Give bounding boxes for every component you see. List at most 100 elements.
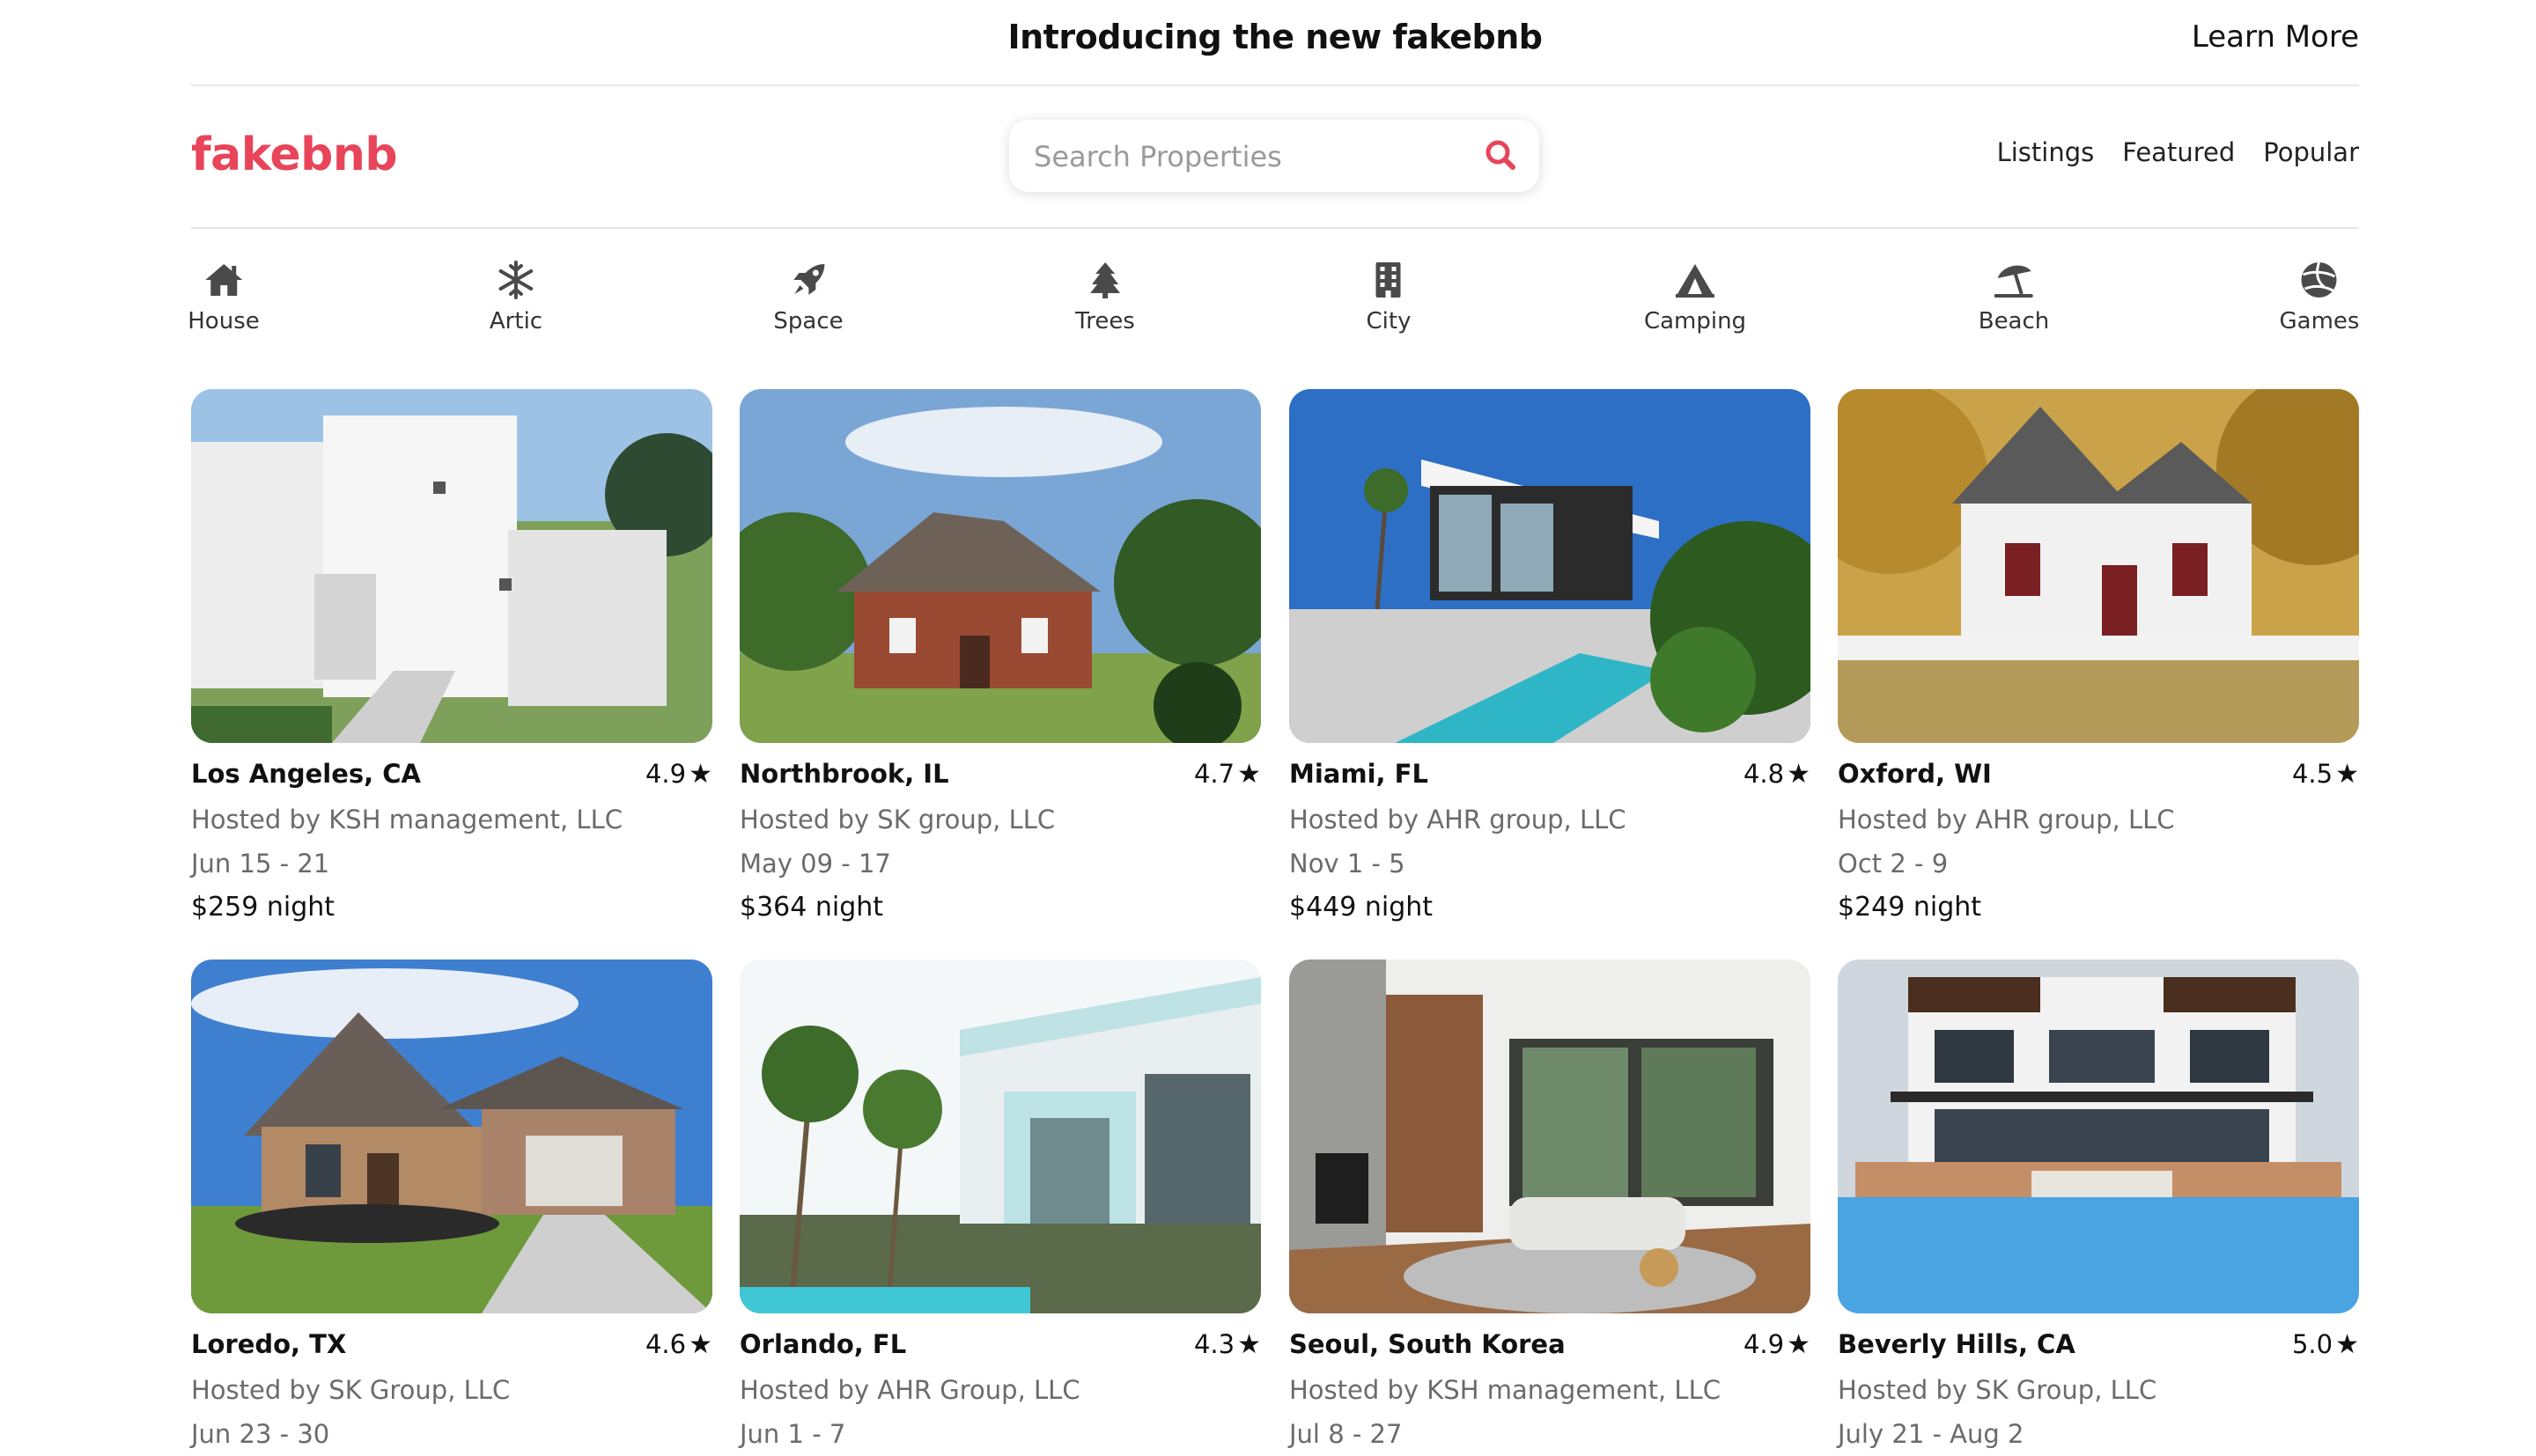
rating-value: 5.0 <box>2291 1329 2333 1359</box>
listing-host: Hosted by SK Group, LLC <box>191 1375 511 1405</box>
listing-photo[interactable] <box>1289 960 1810 1313</box>
category-space[interactable]: Space <box>773 259 844 335</box>
listing-card[interactable]: Seoul, South Korea 4.9 ★ Hosted by KSH ma… <box>1289 960 1810 1456</box>
listing-image <box>740 960 1261 1313</box>
listing-host: Hosted by AHR group, LLC <box>1289 805 1626 835</box>
main-nav: Listings Featured Popular <box>1997 137 2359 167</box>
listing-dates: July 21 - Aug 2 <box>1838 1419 2024 1449</box>
site-header: fakebnb Listings Featured Popular <box>191 86 2359 229</box>
rocket-icon <box>792 264 824 295</box>
category-games[interactable]: Games <box>2279 259 2360 335</box>
category-label: Artic <box>489 308 543 335</box>
category-bar: House Artic Space Trees City Camping Bea… <box>188 229 2360 379</box>
volleyball-icon <box>2301 261 2337 298</box>
listing-dates: Jun 1 - 7 <box>740 1419 846 1449</box>
listing-rating: 5.0 ★ <box>2292 1329 2359 1360</box>
listing-price: $449 night <box>1289 892 1434 923</box>
listing-location: Los Angeles, CA <box>191 759 421 789</box>
tree-icon <box>1090 262 1120 298</box>
category-label: Trees <box>1075 308 1135 335</box>
listing-photo[interactable] <box>1838 960 2359 1313</box>
listing-rating: 4.3 ★ <box>1194 1329 1261 1360</box>
star-icon: ★ <box>1787 759 1810 790</box>
listing-card[interactable]: Northbrook, IL 4.7 ★ Hosted by SK group, … <box>740 389 1261 930</box>
listing-dates: Nov 1 - 5 <box>1289 849 1405 879</box>
listing-image <box>191 389 712 743</box>
page: Introducing the new fakebnb Learn More f… <box>188 0 2360 1449</box>
category-house[interactable]: House <box>188 259 260 335</box>
category-label: Camping <box>1643 308 1747 335</box>
rating-value: 4.8 <box>1743 759 1785 789</box>
logo[interactable]: fakebnb <box>191 129 398 181</box>
search-icon[interactable] <box>1478 132 1525 180</box>
listing-photo[interactable] <box>191 960 712 1313</box>
listing-card[interactable]: Miami, FL 4.8 ★ Hosted by AHR group, LLC … <box>1289 389 1810 930</box>
rating-value: 4.9 <box>1743 1329 1785 1359</box>
rating-value: 4.9 <box>645 759 687 789</box>
listing-dates: Jul 8 - 27 <box>1289 1419 1403 1449</box>
category-artic[interactable]: Artic <box>490 259 542 335</box>
listing-rating: 4.6 ★ <box>645 1329 712 1360</box>
listing-rating: 4.7 ★ <box>1194 759 1261 790</box>
listing-dates: May 09 - 17 <box>740 849 891 879</box>
listing-dates: Jun 15 - 21 <box>191 849 330 879</box>
listing-card[interactable]: Beverly Hills, CA 5.0 ★ Hosted by SK Grou… <box>1838 960 2359 1456</box>
category-label: City <box>1366 308 1412 335</box>
tent-icon <box>1676 264 1714 298</box>
listing-price: $249 night <box>1838 892 1982 923</box>
listing-host: Hosted by SK Group, LLC <box>1838 1375 2157 1405</box>
listing-price: $364 night <box>740 892 884 923</box>
category-label: Beach <box>1978 308 2050 335</box>
listing-rating: 4.5 ★ <box>2292 759 2359 790</box>
listing-dates: Jun 23 - 30 <box>191 1419 330 1449</box>
listing-image <box>191 960 712 1313</box>
search-input[interactable] <box>1032 120 1458 194</box>
rating-value: 4.5 <box>2291 759 2333 789</box>
rating-value: 4.3 <box>1193 1329 1235 1359</box>
nav-featured[interactable]: Featured <box>2122 137 2235 167</box>
star-icon: ★ <box>2335 1329 2359 1360</box>
category-camping[interactable]: Camping <box>1644 259 1746 335</box>
star-icon: ★ <box>2335 759 2359 790</box>
category-city[interactable]: City <box>1366 259 1412 335</box>
category-trees[interactable]: Trees <box>1075 259 1135 335</box>
listing-photo[interactable] <box>740 389 1261 743</box>
listing-card[interactable]: Loredo, TX 4.6 ★ Hosted by SK Group, LLC … <box>191 960 712 1456</box>
listing-card[interactable]: Orlando, FL 4.3 ★ Hosted by AHR Group, LL… <box>740 960 1261 1456</box>
announcement-title: Introducing the new fakebnb <box>1007 18 1543 56</box>
listing-image <box>740 389 1261 743</box>
listing-location: Seoul, South Korea <box>1289 1329 1566 1359</box>
house-icon <box>204 264 242 296</box>
listing-location: Loredo, TX <box>191 1329 347 1359</box>
listing-host: Hosted by KSH management, LLC <box>191 805 623 835</box>
category-beach[interactable]: Beach <box>1978 259 2050 335</box>
listing-card[interactable]: Los Angeles, CA 4.9 ★ Hosted by KSH manag… <box>191 389 712 930</box>
listing-image <box>1289 960 1810 1313</box>
star-icon: ★ <box>1237 759 1261 790</box>
listing-host: Hosted by KSH management, LLC <box>1289 1375 1721 1405</box>
nav-listings[interactable]: Listings <box>1997 137 2095 167</box>
listing-location: Orlando, FL <box>740 1329 907 1359</box>
announcement-bar: Introducing the new fakebnb Learn More <box>191 0 2359 86</box>
star-icon: ★ <box>1787 1329 1810 1360</box>
listing-image <box>1838 960 2359 1313</box>
listing-location: Oxford, WI <box>1838 759 1992 789</box>
listing-photo[interactable] <box>1289 389 1810 743</box>
category-label: Games <box>2279 308 2360 335</box>
listing-location: Beverly Hills, CA <box>1838 1329 2075 1359</box>
building-icon <box>1376 262 1401 298</box>
umbrella-icon <box>1994 265 2033 298</box>
listing-photo[interactable] <box>1838 389 2359 743</box>
listing-card[interactable]: Oxford, WI 4.5 ★ Hosted by AHR group, LLC… <box>1838 389 2359 930</box>
listing-photo[interactable] <box>740 960 1261 1313</box>
learn-more-link[interactable]: Learn More <box>2192 19 2359 55</box>
listing-image <box>1838 389 2359 743</box>
category-label: Space <box>773 308 844 335</box>
star-icon: ★ <box>689 1329 712 1360</box>
listing-location: Miami, FL <box>1289 759 1428 789</box>
listing-photo[interactable] <box>191 389 712 743</box>
listing-image <box>1289 389 1810 743</box>
listing-rating: 4.8 ★ <box>1744 759 1810 790</box>
nav-popular[interactable]: Popular <box>2263 137 2359 167</box>
listing-price: $259 night <box>191 892 335 923</box>
